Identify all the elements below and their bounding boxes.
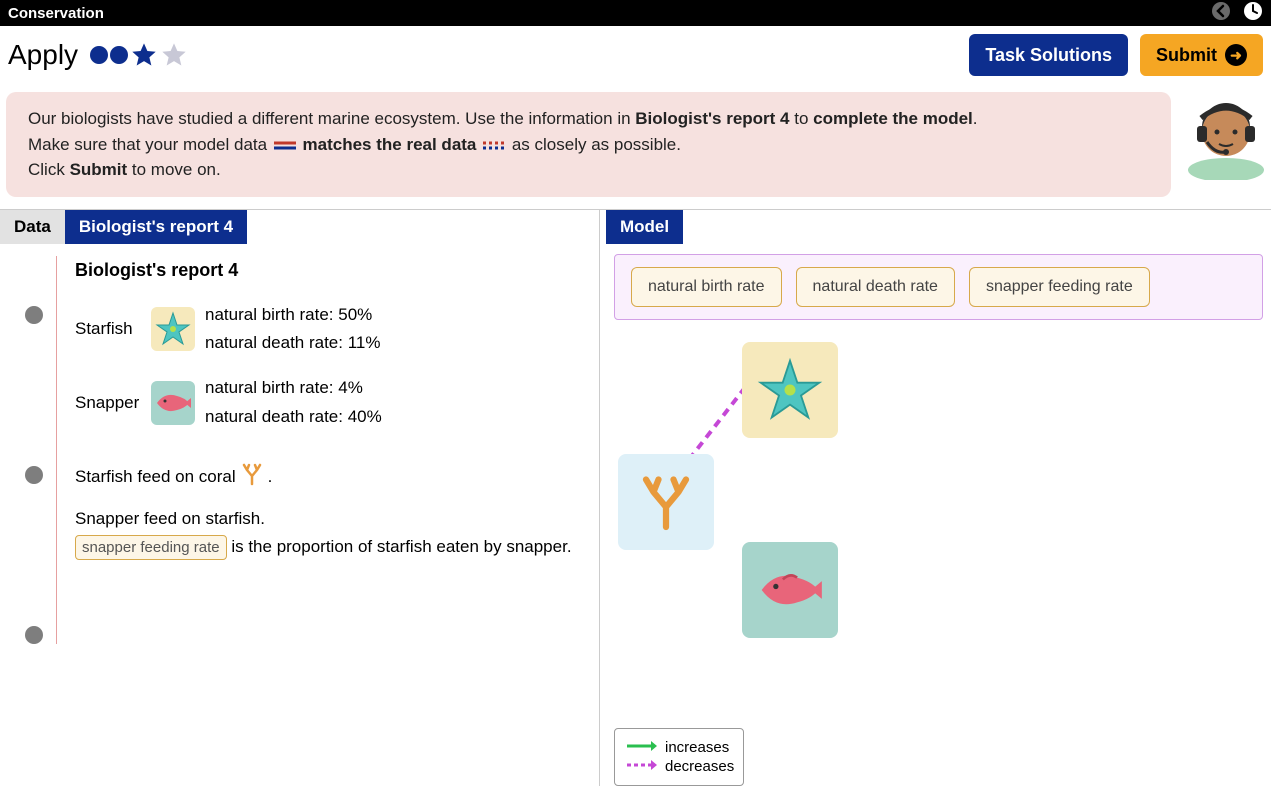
- legend: increases decreases: [614, 728, 744, 786]
- snapper-icon: [151, 381, 195, 425]
- task-solutions-button[interactable]: Task Solutions: [969, 34, 1128, 76]
- snapper-label: Snapper: [75, 393, 141, 413]
- instruction-text: to: [790, 109, 814, 128]
- instruction-text: as closely as possible.: [512, 135, 681, 154]
- starfish-row: Starfish natural birth rate: 50% natural…: [75, 301, 583, 359]
- header: Apply Task Solutions Submit ➜: [0, 26, 1271, 84]
- arrow-right-circle-icon: ➜: [1225, 44, 1247, 66]
- model-chip-tray: natural birth rate natural death rate sn…: [614, 254, 1263, 320]
- starfish-icon: [151, 307, 195, 351]
- coral-icon: [240, 462, 264, 491]
- legend-increases-label: increases: [665, 739, 729, 756]
- model-node-starfish[interactable]: [742, 342, 838, 438]
- model-data-line-icon: [274, 140, 296, 150]
- feeding-rate-definition: snapper feeding rate is the proportion o…: [75, 535, 583, 560]
- snapper-row: Snapper natural birth rate: 4% natural d…: [75, 374, 583, 432]
- instruction-row: Our biologists have studied a different …: [0, 84, 1271, 209]
- snapper-death-rate: natural death rate: 40%: [205, 403, 382, 432]
- model-node-snapper[interactable]: [742, 542, 838, 638]
- model-node-coral[interactable]: [618, 454, 714, 550]
- checkpoint-dot-icon: [25, 626, 43, 644]
- chip-natural-death-rate[interactable]: natural death rate: [796, 267, 955, 307]
- right-pane: Model natural birth rate natural death r…: [600, 210, 1271, 786]
- instruction-text: Make sure that your model data: [28, 135, 272, 154]
- decreases-arrow-icon: [627, 758, 657, 775]
- instruction-text: Our biologists have studied a different …: [28, 109, 635, 128]
- instruction-text: to move on.: [127, 160, 221, 179]
- starfish-label: Starfish: [75, 319, 141, 339]
- topbar-title: Conservation: [8, 5, 104, 22]
- submit-button[interactable]: Submit ➜: [1140, 34, 1263, 76]
- report-content: Biologist's report 4 Starfish natural bi…: [56, 256, 583, 644]
- tab-data[interactable]: Data: [0, 210, 65, 244]
- progress-indicator: [90, 41, 188, 69]
- chip-snapper-feeding-rate[interactable]: snapper feeding rate: [969, 267, 1150, 307]
- topbar: Conservation: [0, 0, 1271, 26]
- back-circle-icon[interactable]: [1211, 1, 1231, 25]
- progress-star-empty-icon: [160, 41, 188, 69]
- snapper-feed-text: Snapper feed on starfish.: [75, 509, 583, 529]
- instruction-text: Click: [28, 160, 70, 179]
- starfish-feed-text: Starfish feed on coral .: [75, 462, 583, 491]
- feeding-rate-chip: snapper feeding rate: [75, 535, 227, 560]
- model-canvas[interactable]: [614, 328, 1263, 728]
- instruction-bold: Submit: [70, 160, 128, 179]
- legend-decreases-label: decreases: [665, 758, 734, 775]
- apply-label: Apply: [8, 39, 78, 71]
- increases-arrow-icon: [627, 739, 657, 756]
- starfish-death-rate: natural death rate: 11%: [205, 329, 380, 358]
- instruction-box: Our biologists have studied a different …: [6, 92, 1171, 197]
- progress-dot-icon: [90, 46, 108, 64]
- content-area: Data Biologist's report 4 Biologist's re…: [0, 209, 1271, 786]
- instruction-bold: Biologist's report 4: [635, 109, 789, 128]
- real-data-line-icon: [483, 140, 505, 150]
- checkpoint-dot-icon: [25, 306, 43, 324]
- avatar-icon: [1187, 92, 1265, 185]
- progress-star-icon: [130, 41, 158, 69]
- starfish-birth-rate: natural birth rate: 50%: [205, 301, 380, 330]
- snapper-birth-rate: natural birth rate: 4%: [205, 374, 382, 403]
- left-pane: Data Biologist's report 4 Biologist's re…: [0, 210, 600, 786]
- progress-dot-icon: [110, 46, 128, 64]
- checkpoint-dot-icon: [25, 466, 43, 484]
- tab-model[interactable]: Model: [606, 210, 683, 244]
- submit-button-label: Submit: [1156, 45, 1217, 66]
- tab-biologist-report[interactable]: Biologist's report 4: [65, 210, 247, 244]
- chip-natural-birth-rate[interactable]: natural birth rate: [631, 267, 782, 307]
- instruction-bold: complete the model: [813, 109, 973, 128]
- instruction-bold: matches the real data: [303, 135, 482, 154]
- clock-icon[interactable]: [1243, 1, 1263, 25]
- instruction-text: .: [973, 109, 978, 128]
- report-title: Biologist's report 4: [75, 260, 583, 281]
